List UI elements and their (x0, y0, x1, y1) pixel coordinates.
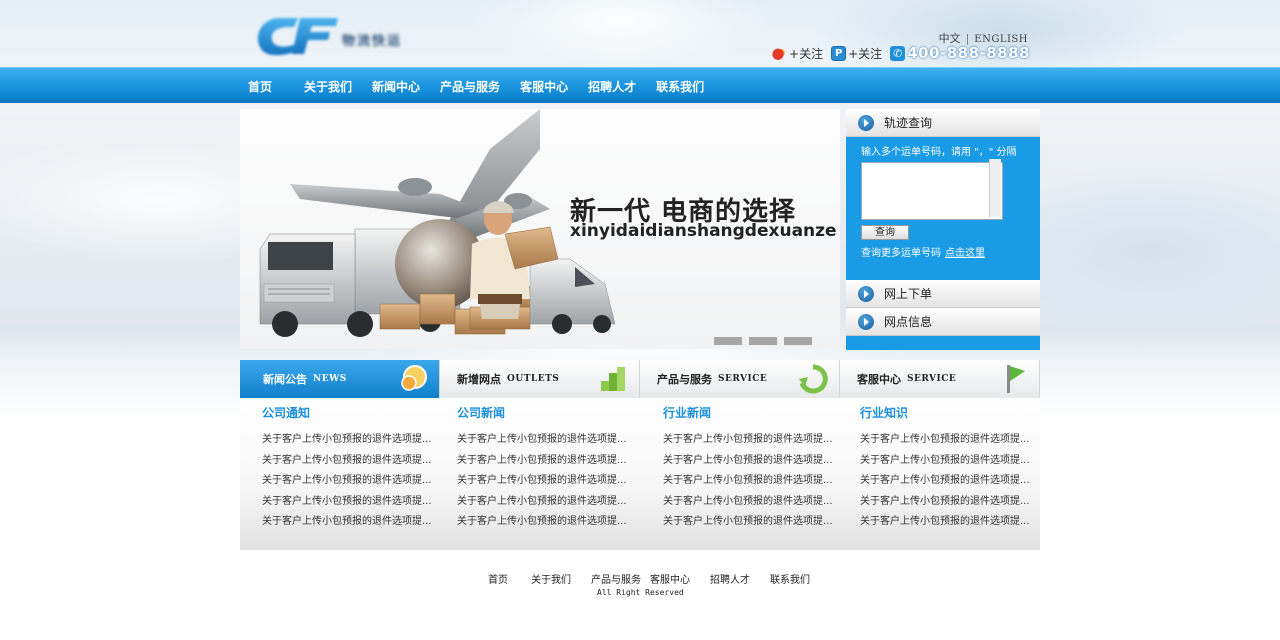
tab-customer-service-en: SERVICE (907, 374, 957, 384)
list-item[interactable]: 关于客户上传小包预报的退件选项提... (457, 512, 647, 533)
news-content: 公司通知 关于客户上传小包预报的退件选项提... 关于客户上传小包预报的退件选项… (240, 398, 1040, 550)
list-item[interactable]: 关于客户上传小包预报的退件选项提... (262, 451, 452, 472)
column-industry-knowledge: 行业知识 关于客户上传小包预报的退件选项提... 关于客户上传小包预报的退件选项… (860, 404, 1050, 533)
column-title[interactable]: 公司新闻 (457, 404, 647, 421)
list-item[interactable]: 关于客户上传小包预报的退件选项提... (457, 451, 647, 472)
column-title[interactable]: 公司通知 (262, 404, 452, 421)
list-item[interactable]: 关于客户上传小包预报的退件选项提... (663, 512, 853, 533)
tracking-more: 查询更多运单号码 点击这里 (861, 244, 1040, 259)
tab-online-order[interactable]: 网上下单 (846, 280, 1040, 308)
tracking-more-link[interactable]: 点击这里 (945, 248, 985, 259)
phone-icon (890, 45, 906, 61)
footer-link-home[interactable]: 首页 (488, 571, 508, 586)
footer-link-about[interactable]: 关于我们 (531, 571, 571, 586)
list-item[interactable]: 关于客户上传小包预报的退件选项提... (860, 430, 1050, 451)
tab-products-label: 产品与服务 (657, 373, 712, 386)
tab-news[interactable]: 新闻公告 NEWS (240, 360, 440, 398)
speech-bubble-icon (401, 365, 427, 391)
list-item[interactable]: 关于客户上传小包预报的退件选项提... (457, 471, 647, 492)
tab-customer-service-label: 客服中心 (857, 373, 901, 386)
slider-dots (707, 337, 812, 345)
footer-link-contact[interactable]: 联系我们 (770, 571, 810, 586)
tracking-number-input[interactable] (861, 162, 1003, 220)
list-item[interactable]: 关于客户上传小包预报的退件选项提... (663, 471, 853, 492)
tracking-hint: 输入多个运单号码，请用 "，" 分隔 (861, 147, 1017, 158)
tracking-title: 轨迹查询 (884, 116, 933, 130)
arrow-right-icon (858, 313, 874, 330)
tracking-more-label: 查询更多运单号码 (861, 248, 941, 259)
main-nav: 首页 关于我们 新闻中心 产品与服务 客服中心 招聘人才 联系我们 (0, 67, 1280, 103)
footer-link-service[interactable]: 客服中心 (650, 571, 690, 586)
nav-item-about[interactable]: 关于我们 (304, 78, 352, 95)
slider-dot[interactable] (784, 337, 812, 345)
list-item[interactable]: 关于客户上传小包预报的退件选项提... (457, 430, 647, 451)
hotline-number: 400-888-8888 (907, 44, 1030, 62)
list-item[interactable]: 关于客户上传小包预报的退件选项提... (663, 492, 853, 513)
list-item[interactable]: 关于客户上传小包预报的退件选项提... (663, 430, 853, 451)
slider-dot[interactable] (749, 337, 777, 345)
tab-products[interactable]: 产品与服务 SERVICE (640, 360, 840, 398)
footer-link-products[interactable]: 产品与服务 (591, 571, 641, 586)
online-order-title: 网上下单 (884, 287, 933, 301)
column-company-news: 公司新闻 关于客户上传小包预报的退件选项提... 关于客户上传小包预报的退件选项… (457, 404, 647, 533)
tab-outlets-label: 新增网点 (457, 373, 501, 386)
recycle-arrows-icon (799, 364, 828, 394)
tracking-form: 输入多个运单号码，请用 "，" 分隔 查询 查询更多运单号码 点击这里 (846, 137, 1040, 280)
list-item[interactable]: 关于客户上传小包预报的退件选项提... (663, 451, 853, 472)
logo-text: 物流快运 (342, 34, 403, 49)
section-tabs: 新闻公告 NEWS 新增网点 OUTLETS 产品与服务 SERVICE 客服中… (240, 360, 1040, 398)
nav-item-careers[interactable]: 招聘人才 (588, 78, 636, 95)
nav-item-news[interactable]: 新闻中心 (372, 78, 420, 95)
tab-products-en: SERVICE (718, 374, 768, 384)
list-item[interactable]: 关于客户上传小包预报的退件选项提... (262, 430, 452, 451)
banner-slogan-pinyin: xinyidaidianshangdexuanze (570, 221, 837, 241)
outlet-info-title: 网点信息 (884, 315, 933, 329)
column-title[interactable]: 行业知识 (860, 404, 1050, 421)
tencent-follow-link[interactable]: +关注 (848, 45, 882, 62)
tab-outlets-en: OUTLETS (507, 374, 560, 384)
logo[interactable]: 物流快运 (250, 8, 410, 60)
weibo-icon[interactable] (772, 45, 788, 61)
column-company-notice: 公司通知 关于客户上传小包预报的退件选项提... 关于客户上传小包预报的退件选项… (262, 404, 452, 533)
list-item[interactable]: 关于客户上传小包预报的退件选项提... (860, 471, 1050, 492)
nav-item-products[interactable]: 产品与服务 (440, 78, 500, 95)
list-item[interactable]: 关于客户上传小包预报的退件选项提... (860, 512, 1050, 533)
nav-item-contact[interactable]: 联系我们 (656, 78, 704, 95)
stacked-blocks-icon (601, 367, 625, 391)
list-item[interactable]: 关于客户上传小包预报的退件选项提... (457, 492, 647, 513)
list-item[interactable]: 关于客户上传小包预报的退件选项提... (262, 512, 452, 533)
tab-tracking[interactable]: 轨迹查询 (846, 109, 1040, 137)
header: 物流快运 中文|ENGLISH +关注 +关注 400-888-8888 (240, 0, 1040, 67)
arrow-right-icon (858, 114, 874, 131)
textarea-scrollbar[interactable] (989, 159, 1001, 217)
weibo-follow-link[interactable]: +关注 (789, 45, 823, 62)
social-bar: +关注 +关注 400-888-8888 (772, 44, 1030, 62)
footer-nav: 首页 关于我们 产品与服务 客服中心 招聘人才 联系我们 (488, 571, 830, 586)
column-industry-news: 行业新闻 关于客户上传小包预报的退件选项提... 关于客户上传小包预报的退件选项… (663, 404, 853, 533)
nav-item-home[interactable]: 首页 (248, 78, 272, 95)
tracking-query-button[interactable]: 查询 (861, 225, 909, 240)
tencent-weibo-icon[interactable] (831, 45, 847, 61)
arrow-right-icon (858, 285, 874, 302)
slider-dot[interactable] (714, 337, 742, 345)
list-item[interactable]: 关于客户上传小包预报的退件选项提... (262, 471, 452, 492)
copyright: All Right Reserved (597, 588, 684, 597)
footer-link-careers[interactable]: 招聘人才 (710, 571, 750, 586)
tab-customer-service[interactable]: 客服中心 SERVICE (840, 360, 1040, 398)
hero-banner[interactable]: 新一代 电商的选择 xinyidaidianshangdexuanze (240, 109, 840, 349)
list-item[interactable]: 关于客户上传小包预报的退件选项提... (860, 451, 1050, 472)
list-item[interactable]: 关于客户上传小包预报的退件选项提... (262, 492, 452, 513)
tab-outlet-info[interactable]: 网点信息 (846, 308, 1040, 336)
tab-outlets[interactable]: 新增网点 OUTLETS (440, 360, 640, 398)
flag-icon (1007, 365, 1025, 393)
list-item[interactable]: 关于客户上传小包预报的退件选项提... (860, 492, 1050, 513)
tab-news-label: 新闻公告 (263, 373, 307, 386)
nav-item-service[interactable]: 客服中心 (520, 78, 568, 95)
column-title[interactable]: 行业新闻 (663, 404, 853, 421)
logo-mark-icon (257, 18, 338, 56)
van-graphic (529, 258, 616, 334)
tab-news-en: NEWS (313, 374, 347, 384)
side-panel: 轨迹查询 输入多个运单号码，请用 "，" 分隔 查询 查询更多运单号码 点击这里 … (846, 109, 1040, 350)
